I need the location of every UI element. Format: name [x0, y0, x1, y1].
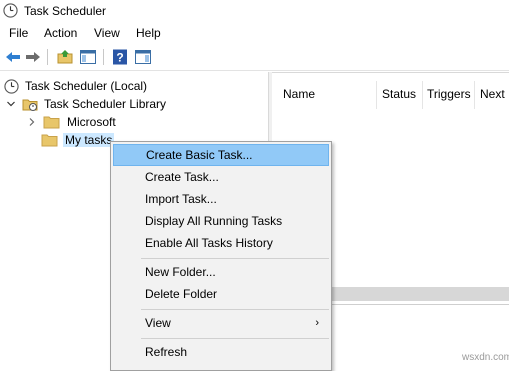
folder-clock-icon: [22, 99, 38, 111]
menu-item-display-running-tasks[interactable]: Display All Running Tasks: [113, 210, 329, 232]
help-icon[interactable]: ?: [111, 48, 129, 66]
tree-item-label: Task Scheduler (Local): [25, 79, 148, 93]
menu-item-label: View: [145, 316, 171, 330]
menu-bar: File Action View Help: [0, 22, 509, 43]
up-folder-icon[interactable]: [56, 48, 74, 66]
tree-item-root[interactable]: Task Scheduler (Local): [4, 77, 147, 95]
back-arrow-icon[interactable]: [4, 48, 22, 66]
show-hide-action-pane-icon[interactable]: [134, 48, 152, 66]
tree-item-mytasks[interactable]: My tasks: [41, 131, 115, 149]
tree-item-label: Task Scheduler Library: [44, 97, 167, 111]
title-bar: Task Scheduler: [0, 0, 509, 22]
menu-item-create-basic-task[interactable]: Create Basic Task...: [113, 144, 329, 166]
toolbar: ?: [0, 43, 509, 71]
tree-item-library[interactable]: Task Scheduler Library: [6, 95, 166, 113]
menu-item-enable-tasks-history[interactable]: Enable All Tasks History: [113, 232, 329, 254]
menu-separator: [141, 309, 329, 310]
context-menu: Create Basic Task... Create Task... Impo…: [110, 141, 332, 371]
menu-item-new-folder[interactable]: New Folder...: [113, 261, 329, 283]
forward-arrow-icon[interactable]: [24, 48, 42, 66]
tree-item-label: Microsoft: [67, 115, 116, 129]
window-title: Task Scheduler: [24, 4, 107, 18]
menu-item-view[interactable]: View ›: [113, 312, 329, 334]
show-hide-console-tree-icon[interactable]: [79, 48, 97, 66]
column-header-name[interactable]: Name: [283, 87, 315, 101]
menu-action[interactable]: Action: [44, 26, 77, 40]
watermark: wsxdn.com: [462, 352, 509, 363]
column-header-status[interactable]: Status: [382, 87, 416, 101]
menu-separator: [141, 258, 329, 259]
chevron-down-icon[interactable]: [6, 99, 16, 109]
menu-file[interactable]: File: [9, 26, 28, 40]
tree-item-label: My tasks: [63, 133, 115, 147]
clock-icon: [3, 3, 18, 18]
menu-help[interactable]: Help: [136, 26, 161, 40]
clock-icon: [4, 78, 19, 94]
menu-item-refresh[interactable]: Refresh: [113, 341, 329, 363]
menu-item-delete-folder[interactable]: Delete Folder: [113, 283, 329, 305]
menu-item-create-task[interactable]: Create Task...: [113, 166, 329, 188]
menu-separator: [141, 338, 329, 339]
folder-icon: [41, 134, 58, 147]
column-header-next[interactable]: Next: [480, 87, 505, 101]
menu-item-import-task[interactable]: Import Task...: [113, 188, 329, 210]
column-header-triggers[interactable]: Triggers: [427, 87, 471, 101]
folder-icon: [43, 116, 60, 129]
submenu-arrow-icon: ›: [315, 317, 319, 329]
chevron-right-icon[interactable]: [27, 117, 37, 127]
tree-item-microsoft[interactable]: Microsoft: [27, 113, 116, 131]
svg-text:?: ?: [116, 51, 123, 65]
menu-view[interactable]: View: [94, 26, 120, 40]
